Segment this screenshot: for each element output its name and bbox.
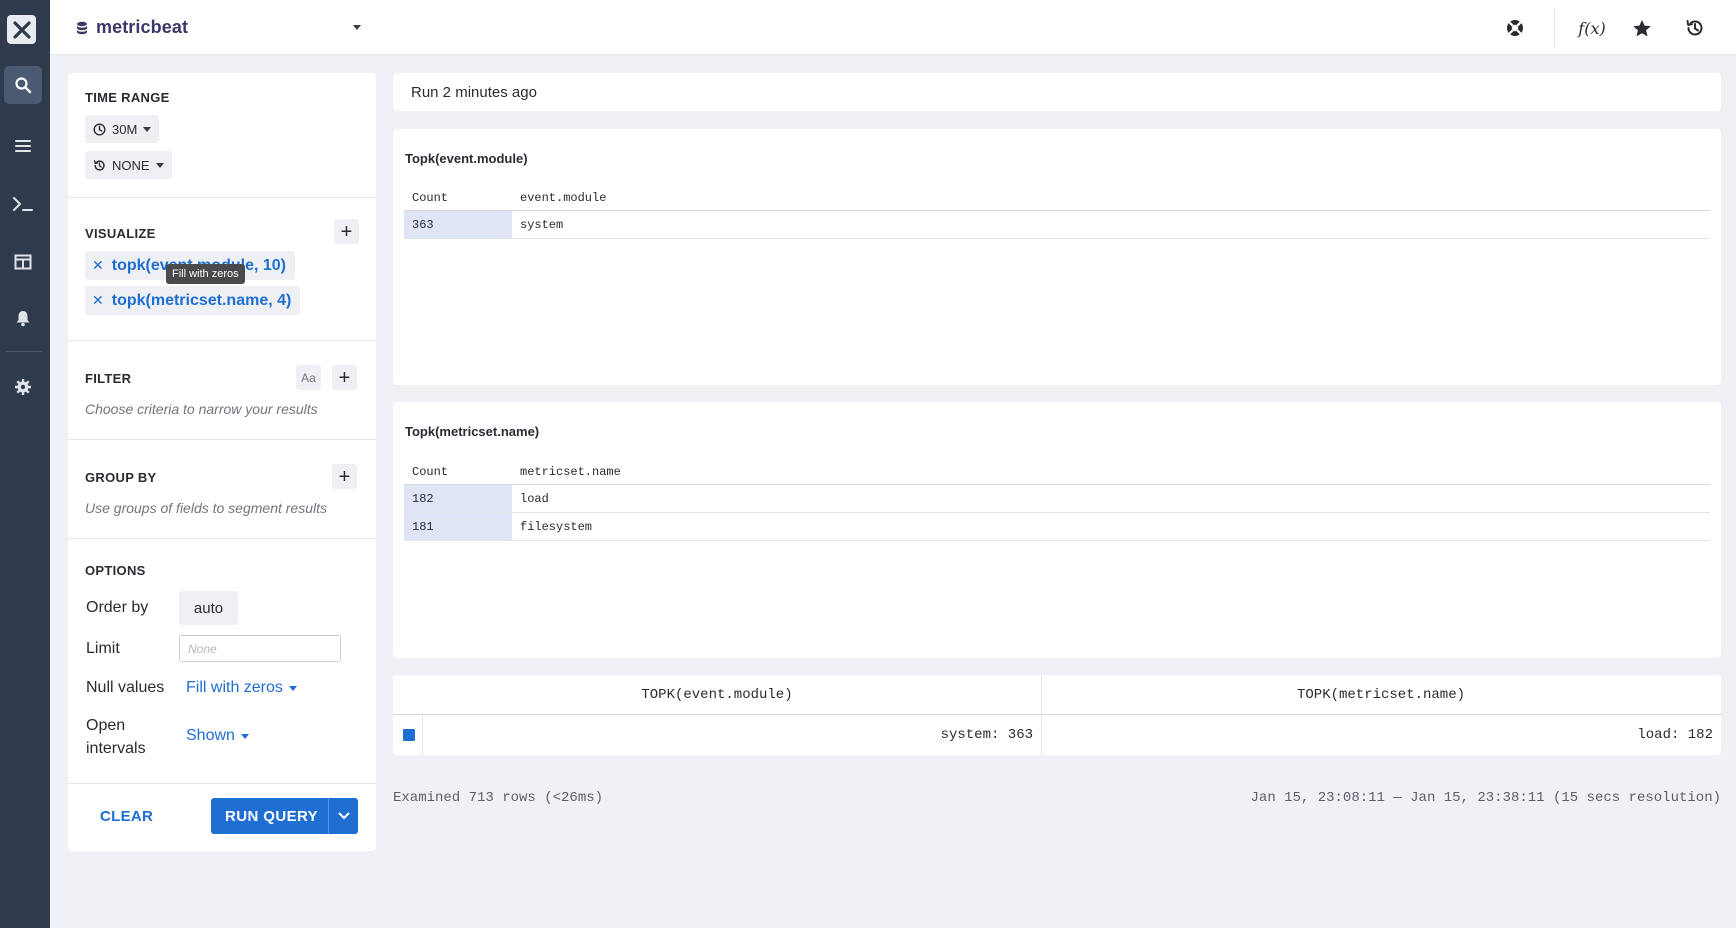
open-intervals-label: Open intervals (86, 714, 146, 760)
null-values-select[interactable]: Fill with zeros (186, 679, 297, 697)
logo-icon[interactable] (7, 15, 36, 44)
time-range-title: TIME RANGE (85, 90, 170, 105)
run-status-bar: Run 2 minutes ago (393, 73, 1721, 111)
remove-visualization-icon[interactable]: ✕ (92, 292, 104, 309)
bell-icon[interactable] (4, 299, 42, 337)
function-label: f(x) (1578, 18, 1606, 38)
time-compare-button[interactable]: NONE (85, 151, 172, 179)
datasource-dropdown-caret[interactable] (353, 25, 361, 30)
null-values-value: Fill with zeros (186, 679, 283, 696)
add-group-by-button[interactable]: + (332, 464, 357, 489)
filter-hint: Choose criteria to narrow your results (85, 401, 318, 417)
header-divider (1554, 8, 1555, 48)
filter-section: FILTER Aa + Choose criteria to narrow yo… (68, 341, 376, 440)
count-cell: 363 (404, 211, 512, 238)
results-table: Count event.module 363 system (404, 185, 1710, 239)
chevron-down-icon (288, 685, 297, 691)
value-cell: system (520, 217, 564, 232)
chevron-down-icon (240, 733, 249, 739)
legend-header-1[interactable]: TOPK(event.module) (393, 675, 1041, 715)
limit-label: Limit (86, 640, 120, 657)
case-sensitivity-toggle[interactable]: Aa (296, 365, 321, 390)
column-header-field: event.module (520, 190, 607, 205)
rows-examined: Examined 713 rows (<26ms) (393, 790, 604, 806)
datasource-selector[interactable]: metricbeat (76, 17, 188, 38)
results-table: Count metricset.name 182 load 181 filesy… (404, 459, 1710, 541)
visualize-title: VISUALIZE (85, 226, 156, 241)
time-range-value: 30M (112, 121, 138, 137)
legend-value-1: system: 363 (940, 727, 1033, 743)
group-by-hint: Use groups of fields to segment results (85, 500, 328, 516)
chart-card: Topk(event.module) Count event.module 36… (393, 129, 1721, 385)
null-values-label: Null values (86, 679, 165, 696)
chart-title: Topk(event.module) (405, 151, 528, 166)
function-icon[interactable]: f(x) (1574, 14, 1610, 42)
tooltip: Fill with zeros (166, 264, 245, 284)
clock-icon (93, 122, 106, 136)
help-icon[interactable] (1501, 14, 1529, 42)
table-row: 181 filesystem (404, 513, 1710, 541)
table-row: 363 system (404, 211, 1710, 239)
history-icon[interactable] (1681, 14, 1709, 42)
visualization-label[interactable]: topk(metricset.name, 4) (112, 292, 292, 310)
search-icon[interactable] (4, 66, 42, 104)
star-icon[interactable] (1628, 14, 1656, 42)
time-window: Jan 15, 23:08:11 — Jan 15, 23:38:11 (15 … (1250, 790, 1721, 806)
count-cell: 181 (404, 513, 512, 540)
run-query-button[interactable]: RUN QUERY (211, 798, 358, 834)
options-title: OPTIONS (85, 563, 146, 578)
list-icon[interactable] (4, 127, 42, 165)
legend-value-2: load: 182 (1637, 727, 1713, 743)
table-icon[interactable] (4, 243, 42, 281)
count-cell: 182 (404, 485, 512, 512)
chevron-down-icon (338, 812, 349, 819)
open-intervals-value: Shown (186, 727, 235, 744)
database-icon (77, 21, 87, 34)
datasource-name: metricbeat (96, 17, 189, 37)
table-header-row: Count event.module (404, 185, 1710, 211)
open-intervals-label-line1: Open (86, 717, 126, 734)
table-row: 182 load (404, 485, 1710, 513)
run-options-dropdown[interactable] (328, 798, 358, 834)
clear-button[interactable]: CLEAR (100, 808, 153, 825)
group-by-section: GROUP BY + Use groups of fields to segme… (68, 440, 376, 539)
chart-title: Topk(metricset.name) (405, 424, 540, 439)
run-query-label[interactable]: RUN QUERY (211, 808, 328, 825)
add-visualization-button[interactable]: + (334, 219, 359, 244)
value-cell: load (520, 491, 549, 506)
filter-title: FILTER (85, 371, 132, 386)
column-header-count: Count (412, 464, 449, 479)
time-compare-value: NONE (112, 157, 150, 173)
gear-icon[interactable] (4, 368, 42, 406)
time-range-section: TIME RANGE 30M NONE (68, 73, 376, 198)
chevron-down-icon (155, 162, 164, 168)
order-by-select[interactable]: auto (179, 591, 238, 625)
legend-table: TOPK(event.module) TOPK(metricset.name) … (393, 675, 1721, 755)
column-header-count: Count (412, 190, 449, 205)
query-builder: TIME RANGE 30M NONE VISUALIZE + ✕ topk(e… (68, 73, 376, 851)
remove-visualization-icon[interactable]: ✕ (92, 257, 104, 274)
value-cell: filesystem (520, 519, 593, 534)
top-header: metricbeat f(x) (50, 0, 1736, 55)
order-by-label: Order by (86, 599, 149, 616)
run-status-text: Run 2 minutes ago (411, 84, 537, 101)
add-filter-button[interactable]: + (332, 365, 357, 390)
series-color-swatch[interactable] (403, 729, 415, 741)
column-header-field: metricset.name (520, 464, 621, 479)
legend-header-2[interactable]: TOPK(metricset.name) (1041, 675, 1721, 715)
chevron-down-icon (143, 126, 152, 132)
open-intervals-select[interactable]: Shown (186, 727, 249, 745)
history-small-icon (93, 159, 105, 171)
chart-card: Topk(metricset.name) Count metricset.nam… (393, 402, 1721, 658)
table-header-row: Count metricset.name (404, 459, 1710, 485)
open-intervals-label-line2: intervals (86, 740, 146, 757)
limit-input[interactable]: None (179, 635, 341, 662)
nav-divider (6, 351, 42, 352)
visualization-item[interactable]: ✕ topk(metricset.name, 4) (85, 286, 301, 315)
group-by-title: GROUP BY (85, 470, 157, 485)
time-range-button[interactable]: 30M (85, 115, 160, 143)
terminal-icon[interactable] (4, 185, 42, 223)
nav-rail (0, 0, 50, 928)
